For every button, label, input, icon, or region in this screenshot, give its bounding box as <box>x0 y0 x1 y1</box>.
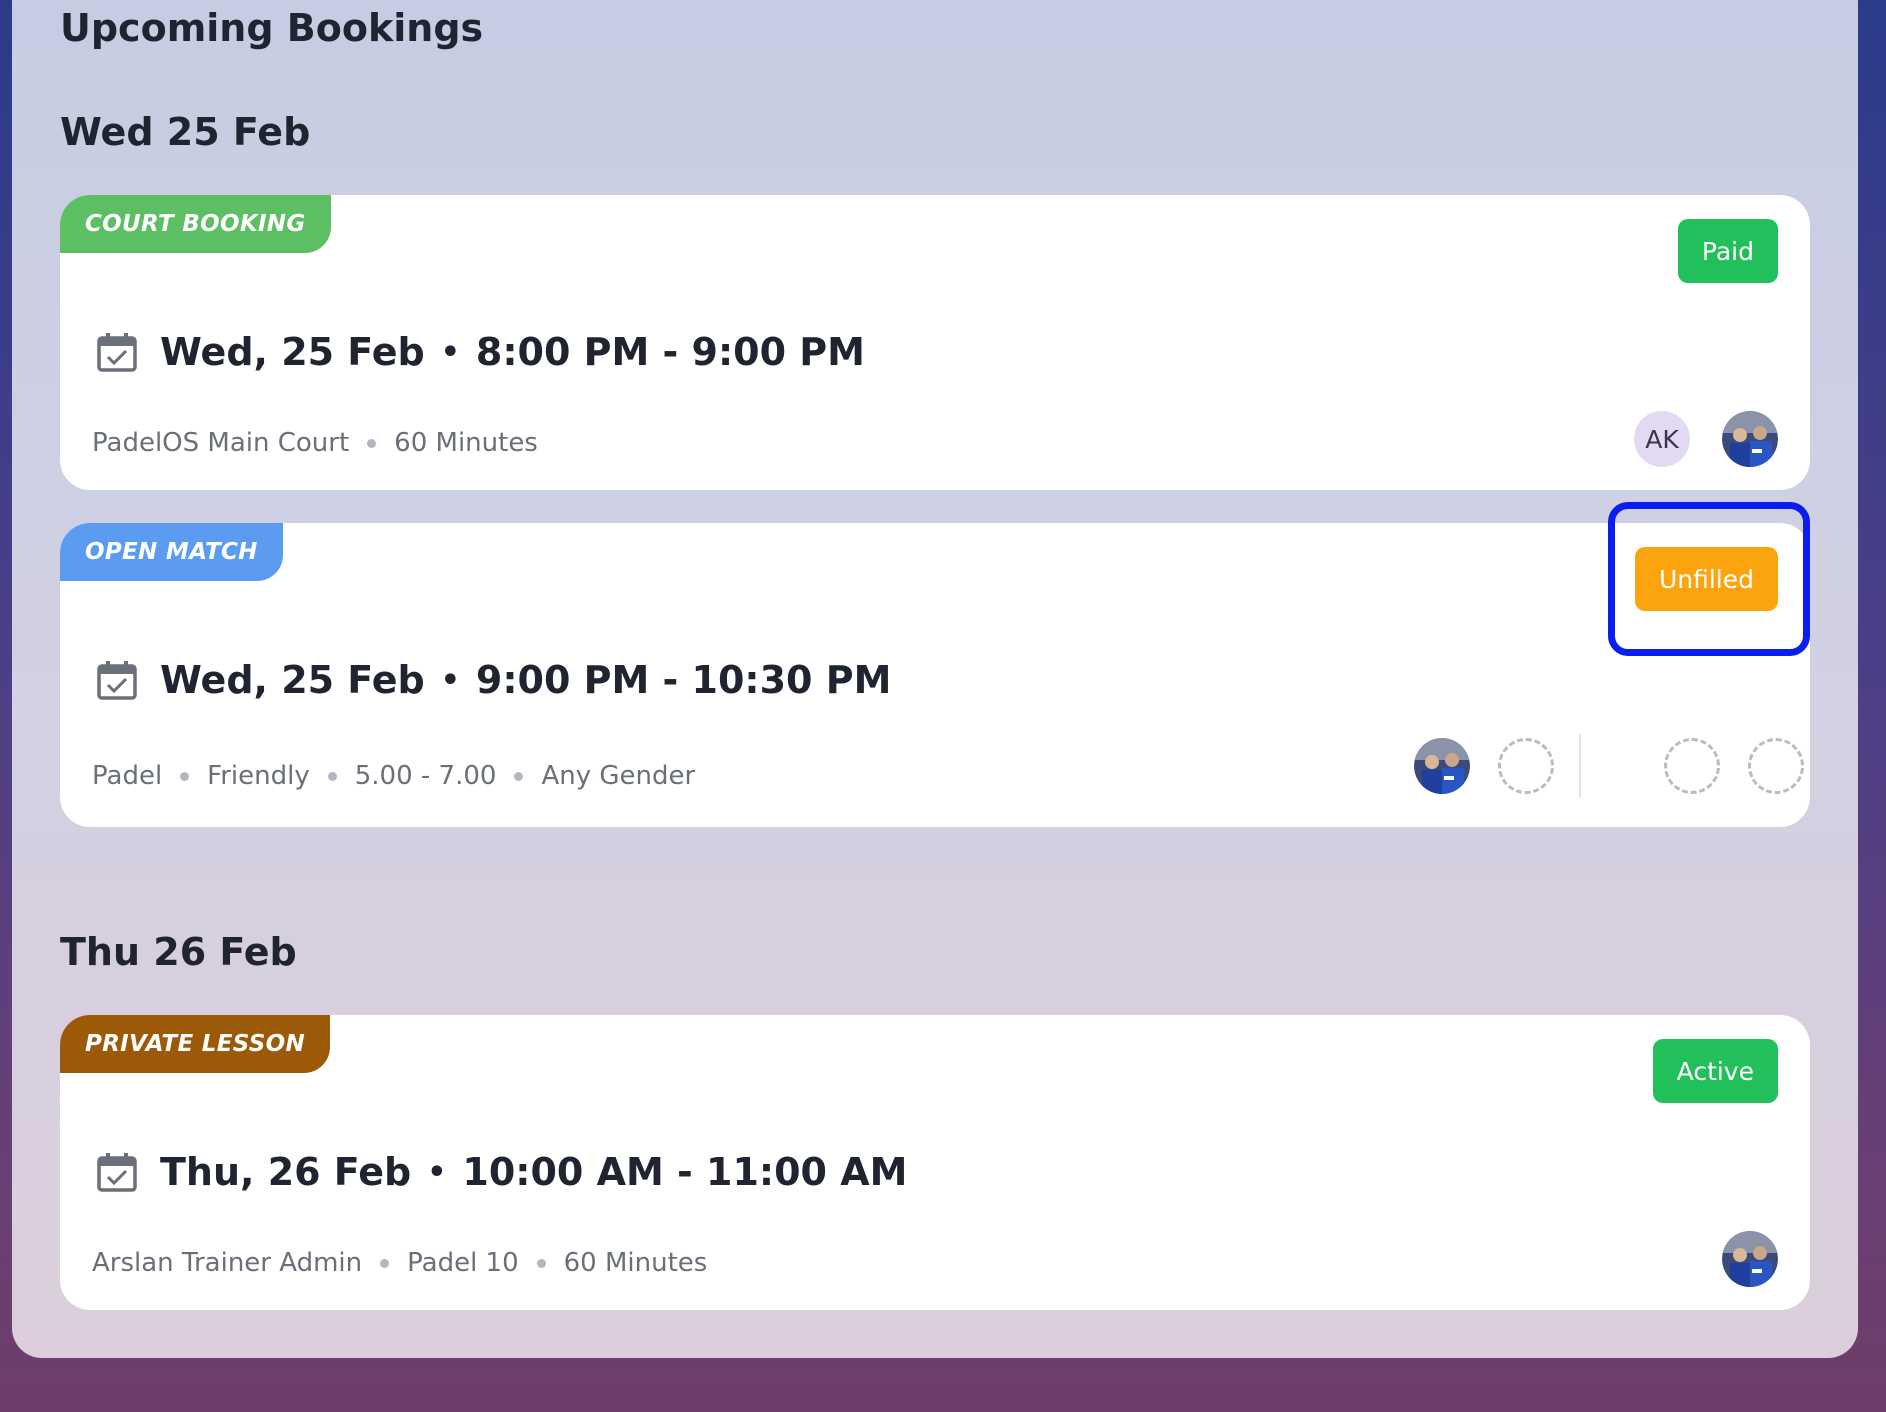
booking-time: 10:00 AM - 11:00 AM <box>462 1150 908 1194</box>
meta-separator <box>536 1258 546 1268</box>
booking-card-court[interactable]: COURT BOOKING Paid Wed, 25 Feb • 8:00 PM… <box>60 195 1810 490</box>
booking-meta: PadelOS Main Court 60 Minutes <box>92 428 538 458</box>
meta-venue: PadelOS Main Court <box>92 428 350 458</box>
booking-datetime: Wed, 25 Feb • 8:00 PM - 9:00 PM <box>96 330 865 374</box>
meta-gender: Any Gender <box>541 761 696 791</box>
booking-type-tag: COURT BOOKING <box>60 195 331 253</box>
booking-time: 8:00 PM - 9:00 PM <box>475 330 865 374</box>
meta-trainer: Arslan Trainer Admin <box>92 1248 363 1278</box>
booking-datetime: Thu, 26 Feb • 10:00 AM - 11:00 AM <box>96 1150 907 1194</box>
meta-separator <box>367 438 377 448</box>
calendar-check-icon <box>96 331 138 373</box>
booking-datetime: Wed, 25 Feb • 9:00 PM - 10:30 PM <box>96 658 891 702</box>
separator-dot: • <box>440 662 460 698</box>
separator-dot: • <box>440 334 460 370</box>
meta-level-range: 5.00 - 7.00 <box>354 761 497 791</box>
booking-meta: Arslan Trainer Admin Padel 10 60 Minutes <box>92 1248 707 1278</box>
meta-match-type: Friendly <box>207 761 310 791</box>
meta-duration: 60 Minutes <box>394 428 538 458</box>
avatar-photo[interactable] <box>1722 411 1778 467</box>
booking-meta: Padel Friendly 5.00 - 7.00 Any Gender <box>92 761 695 791</box>
avatar-photo[interactable] <box>1414 738 1470 794</box>
calendar-check-icon <box>96 1151 138 1193</box>
meta-separator <box>514 771 524 781</box>
status-badge-paid: Paid <box>1677 219 1778 283</box>
booking-type-tag: OPEN MATCH <box>60 523 283 581</box>
page-title: Upcoming Bookings <box>60 6 484 50</box>
empty-slot-icon[interactable] <box>1748 738 1804 794</box>
empty-slot-icon[interactable] <box>1664 738 1720 794</box>
focus-highlight-outline <box>1608 502 1810 656</box>
booking-date: Thu, 26 Feb <box>160 1150 412 1194</box>
meta-court: Padel 10 <box>407 1248 519 1278</box>
empty-slot-icon[interactable] <box>1498 738 1554 794</box>
meta-duration: 60 Minutes <box>563 1248 708 1278</box>
calendar-check-icon <box>96 659 138 701</box>
booking-card-private-lesson[interactable]: PRIVATE LESSON Active Thu, 26 Feb • 10:0… <box>60 1015 1810 1310</box>
booking-date: Wed, 25 Feb <box>160 330 425 374</box>
booking-type-tag: PRIVATE LESSON <box>60 1015 331 1073</box>
day-heading-thu: Thu 26 Feb <box>60 930 297 974</box>
meta-sport: Padel <box>92 761 163 791</box>
meta-separator <box>180 771 190 781</box>
booking-date: Wed, 25 Feb <box>160 658 425 702</box>
meta-separator <box>327 771 337 781</box>
meta-separator <box>380 1258 390 1268</box>
team-divider <box>1579 734 1581 798</box>
day-heading-wed: Wed 25 Feb <box>60 110 311 154</box>
booking-card-open-match[interactable]: OPEN MATCH Unfilled Wed, 25 Feb • 9:00 P… <box>60 523 1810 827</box>
avatar-initials[interactable]: AK <box>1634 411 1690 467</box>
separator-dot: • <box>427 1154 447 1190</box>
booking-time: 9:00 PM - 10:30 PM <box>475 658 892 702</box>
status-badge-active: Active <box>1652 1039 1778 1103</box>
avatar-photo[interactable] <box>1722 1231 1778 1287</box>
